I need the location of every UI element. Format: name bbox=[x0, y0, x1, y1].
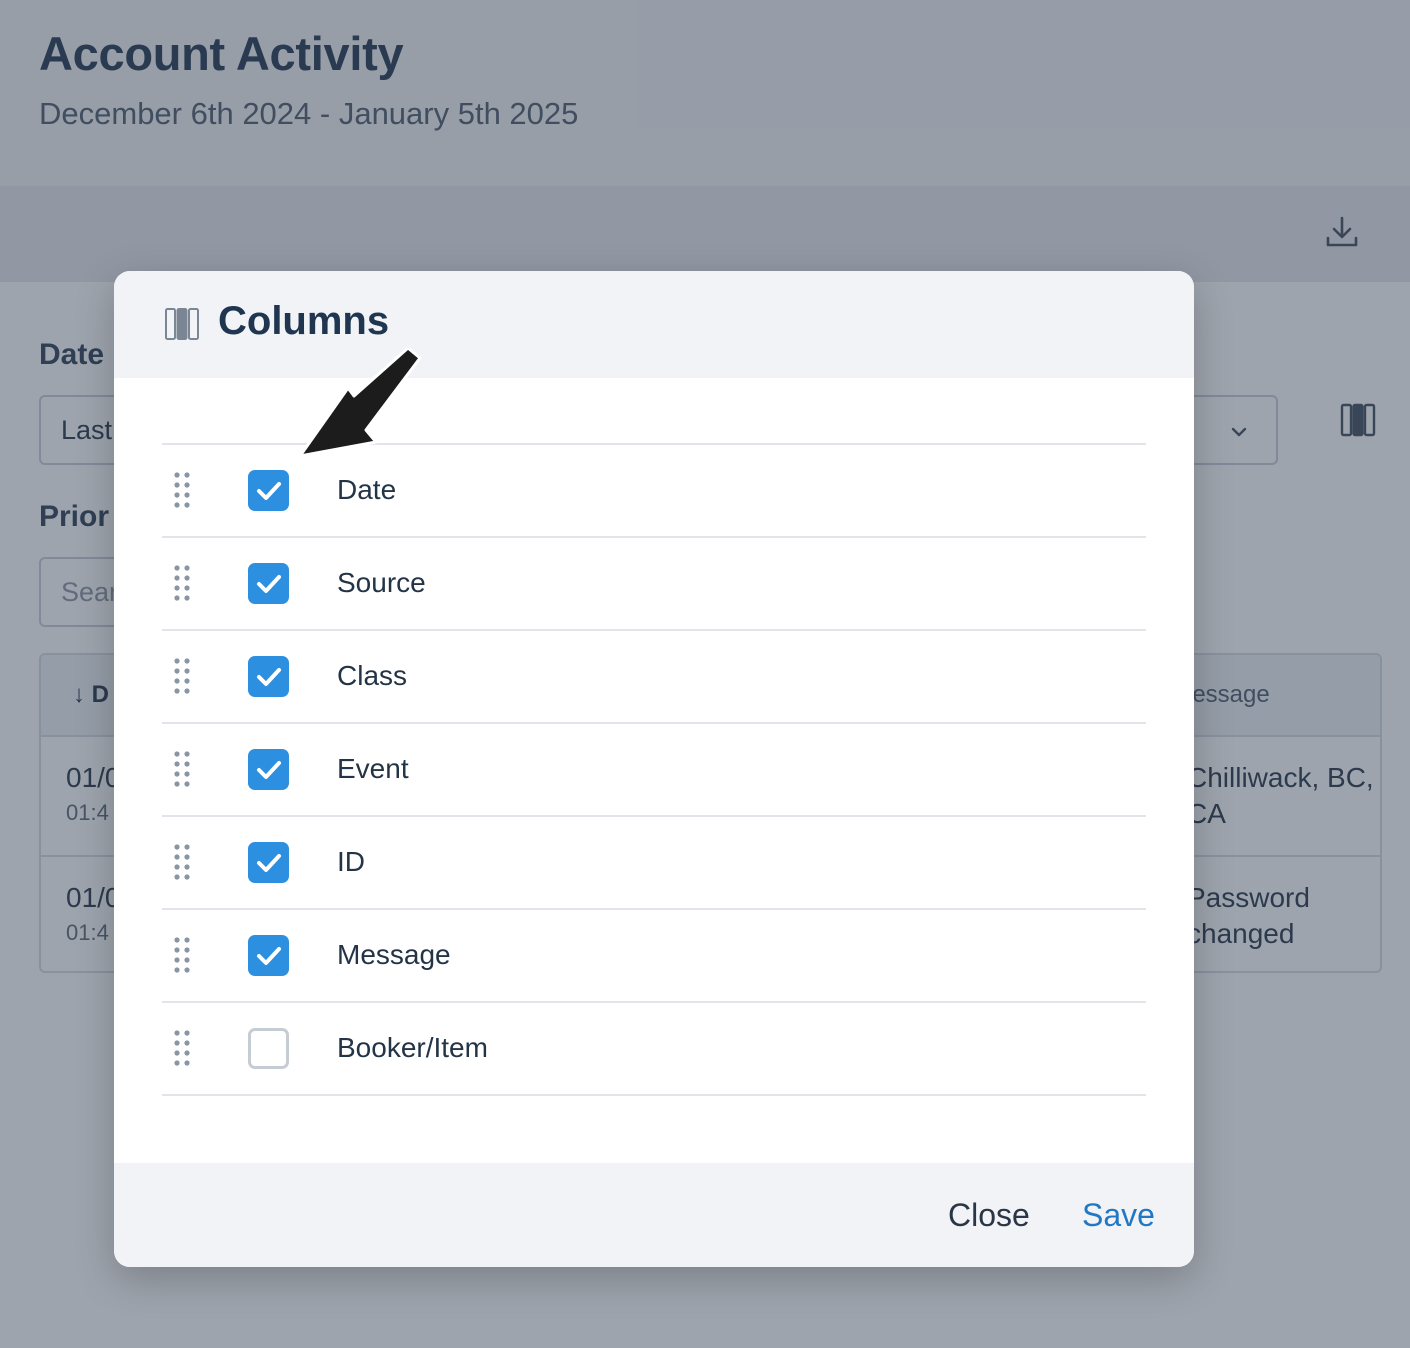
column-row-class[interactable]: Class bbox=[162, 631, 1146, 724]
column-list: Date Source Class Event ID Message Booker/Item bbox=[162, 443, 1146, 1096]
column-row-booker-item[interactable]: Booker/Item bbox=[162, 1003, 1146, 1096]
drag-handle-icon[interactable] bbox=[172, 1029, 192, 1067]
column-label: Source bbox=[337, 567, 426, 598]
drag-handle-icon[interactable] bbox=[172, 843, 192, 881]
check-icon bbox=[257, 947, 281, 965]
drag-handle-icon[interactable] bbox=[172, 936, 192, 974]
drag-handle-icon[interactable] bbox=[172, 471, 192, 509]
column-row-source[interactable]: Source bbox=[162, 538, 1146, 631]
modal-header: Columns bbox=[114, 271, 1194, 378]
column-row-id[interactable]: ID bbox=[162, 817, 1146, 910]
column-label: Message bbox=[337, 939, 451, 970]
arrow-pointer-icon bbox=[298, 348, 422, 458]
check-icon bbox=[257, 575, 281, 593]
column-checkbox[interactable] bbox=[248, 935, 289, 976]
column-checkbox[interactable] bbox=[248, 563, 289, 604]
columns-modal: Columns Date Source Class Event ID Message Boo… bbox=[114, 271, 1194, 1267]
columns-icon bbox=[165, 308, 199, 340]
column-label: Event bbox=[337, 753, 409, 784]
column-checkbox[interactable] bbox=[248, 470, 289, 511]
modal-footer: Close Save bbox=[114, 1163, 1194, 1267]
check-icon bbox=[257, 668, 281, 686]
column-row-event[interactable]: Event bbox=[162, 724, 1146, 817]
save-button[interactable]: Save bbox=[1082, 1197, 1155, 1234]
drag-handle-icon[interactable] bbox=[172, 564, 192, 602]
column-checkbox[interactable] bbox=[248, 842, 289, 883]
column-checkbox[interactable] bbox=[248, 1028, 289, 1069]
check-icon bbox=[257, 854, 281, 872]
column-label: Booker/Item bbox=[337, 1032, 488, 1063]
column-row-message[interactable]: Message bbox=[162, 910, 1146, 1003]
modal-title: Columns bbox=[218, 299, 390, 343]
check-icon bbox=[257, 761, 281, 779]
column-label: ID bbox=[337, 846, 365, 877]
column-checkbox[interactable] bbox=[248, 749, 289, 790]
drag-handle-icon[interactable] bbox=[172, 657, 192, 695]
close-button[interactable]: Close bbox=[948, 1197, 1030, 1234]
column-label: Date bbox=[337, 474, 397, 505]
drag-handle-icon[interactable] bbox=[172, 750, 192, 788]
column-checkbox[interactable] bbox=[248, 656, 289, 697]
column-label: Class bbox=[337, 660, 408, 691]
check-icon bbox=[257, 482, 281, 500]
